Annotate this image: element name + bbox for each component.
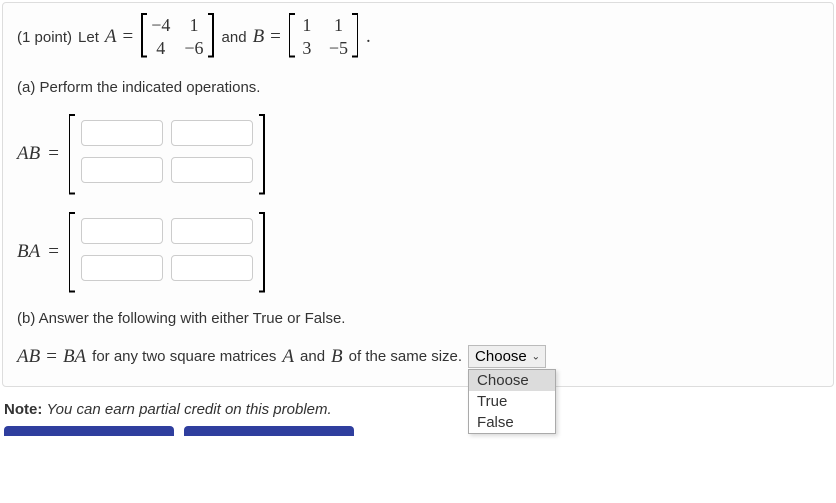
note-line: Note: You can earn partial credit on thi… (4, 401, 832, 418)
matA-r1c1: −6 (184, 38, 203, 59)
primary-button-stub-1[interactable] (4, 426, 174, 436)
stmt-lhs: AB (17, 346, 40, 368)
bracket-right-icon (259, 212, 267, 292)
part-b-text: (b) Answer the following with either Tru… (17, 310, 819, 327)
dropdown-panel: Choose True False (468, 369, 556, 434)
stmt-rhs: BA (63, 346, 86, 368)
stmt-eq: = (46, 346, 57, 368)
note-rest: You can earn partial credit on this prob… (47, 401, 332, 418)
period: . (366, 26, 371, 48)
dropdown-option-true[interactable]: True (469, 391, 555, 412)
dropdown-option-false[interactable]: False (469, 412, 555, 433)
matA-r0c0: −4 (151, 15, 170, 36)
ab-r1c1-input[interactable] (171, 157, 253, 183)
true-false-select-wrap: Choose True False ⌄ Choose True False (468, 345, 546, 368)
matrix-A: −4 1 4 −6 (139, 13, 215, 61)
statement-row: AB = BA for any two square matrices A an… (17, 345, 819, 368)
bracket-left-icon (67, 212, 75, 292)
ba-equation-row: BA = (17, 212, 819, 292)
matB-r1c0: 3 (299, 38, 315, 59)
dropdown-option-choose[interactable]: Choose (469, 370, 555, 391)
ba-r1c0-input[interactable] (81, 255, 163, 281)
stmt-B: B (331, 346, 343, 368)
part-a-text: (a) Perform the indicated operations. (17, 79, 819, 96)
stmt-tail: for any two square matrices (92, 348, 276, 365)
matA-r0c1: 1 (184, 15, 203, 36)
eq-2: = (270, 26, 281, 48)
ab-r0c0-input[interactable] (81, 120, 163, 146)
points-label: (1 point) (17, 29, 72, 46)
matrix-input-BA (67, 212, 267, 292)
eq-ba: = (48, 241, 59, 263)
stmt-A: A (282, 346, 294, 368)
ba-r0c1-input[interactable] (171, 218, 253, 244)
primary-button-stub-2[interactable] (184, 426, 354, 436)
note-bold: Note: (4, 401, 42, 418)
var-B: B (253, 26, 265, 48)
ab-r0c1-input[interactable] (171, 120, 253, 146)
problem-intro: (1 point) Let A = −4 1 4 −6 and B = 1 1 … (17, 13, 819, 61)
bracket-left-icon (67, 114, 75, 194)
label-BA: BA (17, 241, 40, 263)
matrix-input-AB (67, 114, 267, 194)
ab-equation-row: AB = (17, 114, 819, 194)
eq-1: = (123, 26, 134, 48)
matB-r0c1: 1 (329, 15, 348, 36)
button-bar (4, 426, 832, 436)
bracket-right-icon (208, 13, 216, 57)
bracket-right-icon (352, 13, 360, 57)
matrix-B: 1 1 3 −5 (287, 13, 360, 61)
let-text: Let (78, 29, 99, 46)
stmt-and: and (300, 348, 325, 365)
ba-r0c0-input[interactable] (81, 218, 163, 244)
and-text: and (222, 29, 247, 46)
bracket-left-icon (139, 13, 147, 57)
ba-r1c1-input[interactable] (171, 255, 253, 281)
matB-r0c0: 1 (299, 15, 315, 36)
true-false-select[interactable]: Choose True False (468, 345, 546, 368)
bracket-right-icon (259, 114, 267, 194)
bracket-left-icon (287, 13, 295, 57)
eq-ab: = (48, 143, 59, 165)
matA-r1c0: 4 (151, 38, 170, 59)
label-AB: AB (17, 143, 40, 165)
stmt-tail2: of the same size. (349, 348, 462, 365)
matB-r1c1: −5 (329, 38, 348, 59)
ab-r1c0-input[interactable] (81, 157, 163, 183)
problem-container: (1 point) Let A = −4 1 4 −6 and B = 1 1 … (2, 2, 834, 387)
var-A: A (105, 26, 117, 48)
